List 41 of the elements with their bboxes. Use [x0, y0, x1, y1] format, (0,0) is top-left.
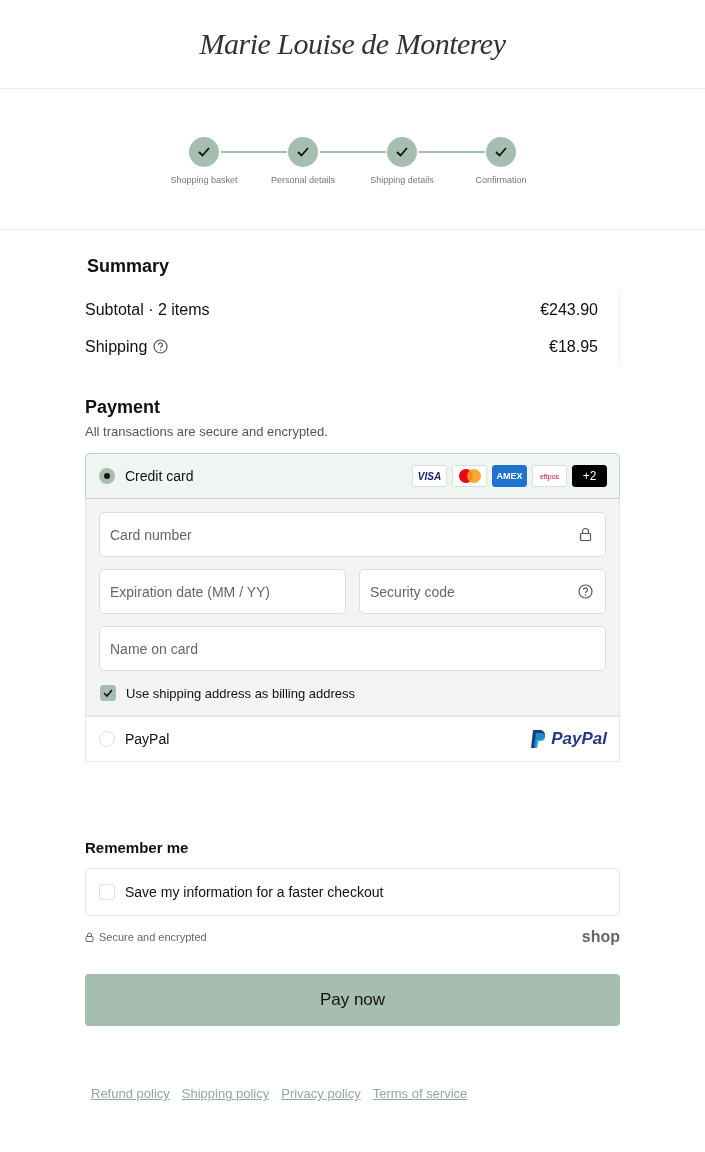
p-mark-icon: [529, 729, 548, 749]
section-heading: Remember me: [85, 839, 190, 856]
checkbox-label: Save my information for a faster checkout: [125, 884, 384, 900]
pay-button[interactable]: Pay now: [85, 974, 620, 1026]
help-icon: [578, 584, 593, 599]
card-brand-logo: +2: [572, 465, 607, 487]
section-heading: Summary: [87, 256, 171, 277]
option-label: PayPal: [125, 731, 171, 747]
summary-label: Subtotal · 2 items: [85, 300, 210, 319]
paypal-logo: PayPal: [529, 729, 607, 749]
checkbox[interactable]: [100, 685, 116, 701]
step-label: Shopping basket: [170, 175, 238, 185]
payment-option[interactable]: PayPal PayPal: [85, 716, 620, 762]
step-label: Confirmation: [475, 175, 527, 185]
brand-logo: Marie Louise de Monterey: [199, 27, 506, 61]
lock-icon: [578, 527, 593, 542]
section-subtitle: All transactions are secure and encrypted.: [85, 424, 329, 439]
lock-icon: [85, 932, 94, 942]
summary-value: €18.95: [549, 337, 598, 356]
summary-label: Shipping: [85, 337, 148, 356]
shop-logo: shop: [581, 928, 620, 946]
radio-button[interactable]: [99, 468, 115, 484]
checkbox[interactable]: [99, 884, 115, 900]
summary-value: €243.90: [540, 300, 598, 319]
overlapping-circles-icon: [458, 469, 481, 483]
step-connector: [418, 151, 485, 153]
secure-note: Secure and encrypted: [99, 931, 207, 943]
text-field[interactable]: Security code: [359, 569, 606, 614]
save-info-option[interactable]: Save my information for a faster checkout: [85, 868, 620, 916]
step-label: Shipping details: [370, 175, 434, 185]
step-connector: [220, 151, 287, 153]
card-brand-logo: VISA: [412, 465, 447, 487]
section-heading: Payment: [85, 397, 162, 418]
option-label: Credit card: [125, 468, 195, 484]
checkbox-label: Use shipping address as billing address: [126, 685, 356, 701]
step-label: Personal details: [270, 175, 335, 185]
card-brand-logo: AMEX: [492, 465, 527, 487]
field-input[interactable]: Security code: [370, 570, 578, 613]
check-icon: [102, 687, 114, 699]
step-connector: [319, 151, 386, 153]
radio-button[interactable]: [99, 731, 115, 747]
